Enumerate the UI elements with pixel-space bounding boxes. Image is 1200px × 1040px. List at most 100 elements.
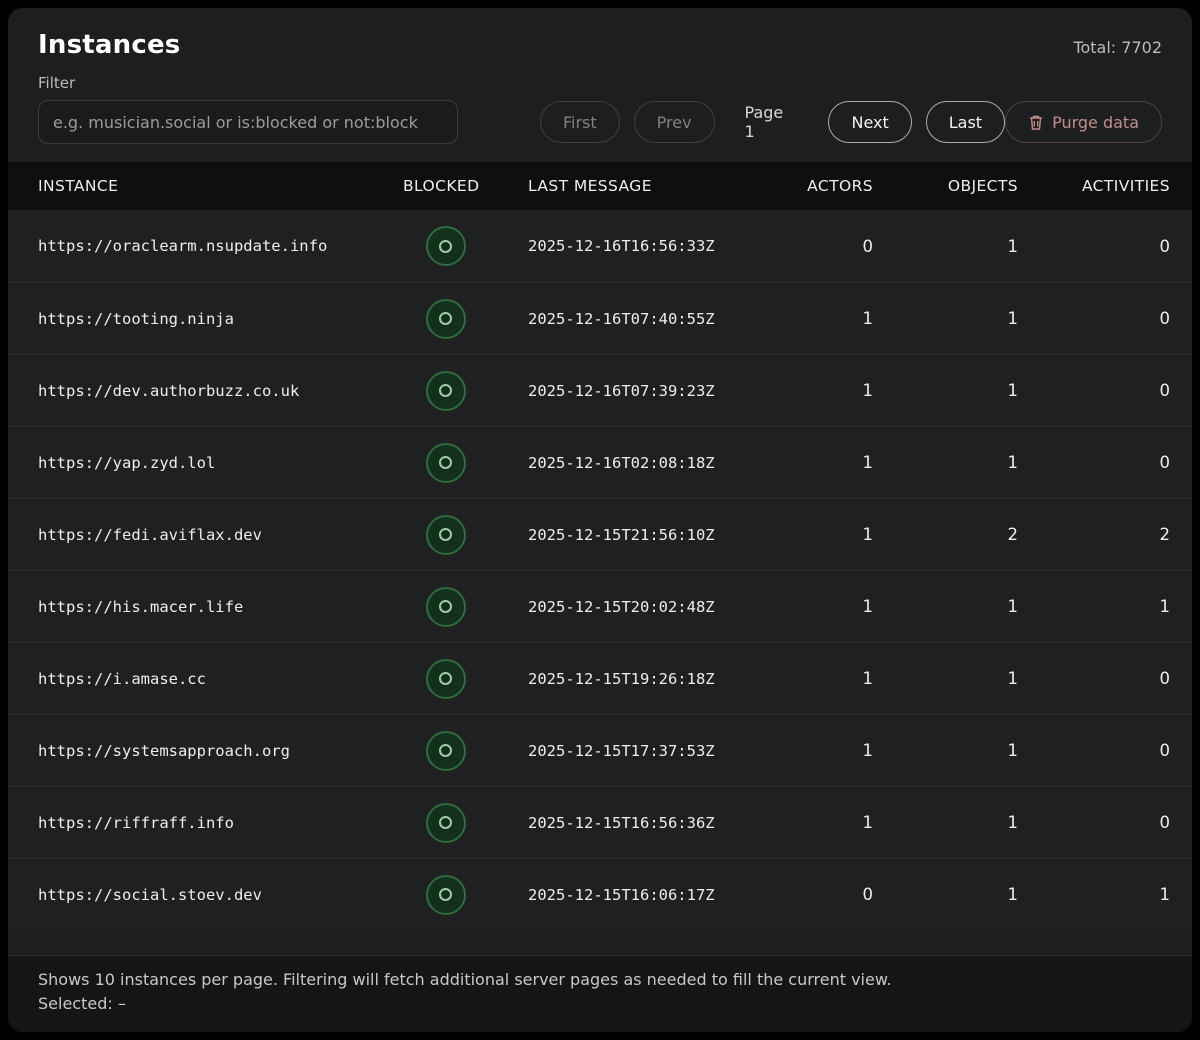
blocked-cell <box>373 515 518 555</box>
blocked-cell <box>373 226 518 266</box>
not-blocked-circle-icon <box>426 226 466 266</box>
total-count: Total: 7702 <box>1073 38 1162 57</box>
not-blocked-circle-icon <box>426 659 466 699</box>
table-row[interactable]: https://his.macer.life 2025-12-15T20:02:… <box>8 570 1192 642</box>
last-message-timestamp: 2025-12-16T02:08:18Z <box>518 454 768 472</box>
instance-url: https://social.stoev.dev <box>8 886 373 904</box>
blocked-cell <box>373 587 518 627</box>
actors-count: 1 <box>768 813 878 832</box>
not-blocked-circle-icon <box>426 299 466 339</box>
not-blocked-circle-icon <box>426 515 466 555</box>
blocked-cell <box>373 803 518 843</box>
footer-selected-text: Selected: – <box>38 992 1162 1016</box>
actors-count: 1 <box>768 381 878 400</box>
activities-count: 0 <box>1023 741 1192 760</box>
not-blocked-circle-icon <box>426 443 466 483</box>
table-row[interactable]: https://systemsapproach.org 2025-12-15T1… <box>8 714 1192 786</box>
objects-count: 1 <box>878 597 1023 616</box>
objects-count: 1 <box>878 381 1023 400</box>
first-page-button[interactable]: First <box>540 101 620 143</box>
instances-table: INSTANCE BLOCKED LAST MESSAGE ACTORS OBJ… <box>8 162 1192 955</box>
footer-info-text: Shows 10 instances per page. Filtering w… <box>38 968 1162 992</box>
instance-url: https://tooting.ninja <box>8 310 373 328</box>
table-row[interactable]: https://dev.authorbuzz.co.uk 2025-12-16T… <box>8 354 1192 426</box>
blocked-cell <box>373 371 518 411</box>
not-blocked-circle-icon <box>426 803 466 843</box>
table-row[interactable]: https://yap.zyd.lol 2025-12-16T02:08:18Z… <box>8 426 1192 498</box>
trash-icon <box>1028 114 1044 131</box>
last-page-button[interactable]: Last <box>926 101 1005 143</box>
activities-count: 0 <box>1023 813 1192 832</box>
instance-url: https://systemsapproach.org <box>8 742 373 760</box>
objects-count: 1 <box>878 741 1023 760</box>
purge-data-button[interactable]: Purge data <box>1005 101 1162 143</box>
last-message-timestamp: 2025-12-15T20:02:48Z <box>518 598 768 616</box>
instance-url: https://dev.authorbuzz.co.uk <box>8 382 373 400</box>
last-message-timestamp: 2025-12-15T16:06:17Z <box>518 886 768 904</box>
filter-input[interactable] <box>38 100 458 144</box>
instance-url: https://riffraff.info <box>8 814 373 832</box>
last-message-timestamp: 2025-12-15T21:56:10Z <box>518 526 768 544</box>
controls-row: First Prev Page 1 Next Last Purge data <box>38 100 1162 144</box>
blocked-cell <box>373 443 518 483</box>
activities-count: 0 <box>1023 669 1192 688</box>
activities-count: 0 <box>1023 381 1192 400</box>
objects-count: 1 <box>878 309 1023 328</box>
activities-count: 2 <box>1023 525 1192 544</box>
objects-count: 2 <box>878 525 1023 544</box>
blocked-cell <box>373 875 518 915</box>
table-row[interactable]: https://fedi.aviflax.dev 2025-12-15T21:5… <box>8 498 1192 570</box>
blocked-cell <box>373 299 518 339</box>
objects-count: 1 <box>878 237 1023 256</box>
panel-footer: Shows 10 instances per page. Filtering w… <box>8 955 1192 1032</box>
instance-url: https://his.macer.life <box>8 598 373 616</box>
purge-button-label: Purge data <box>1052 113 1139 132</box>
activities-count: 1 <box>1023 597 1192 616</box>
table-row[interactable]: https://riffraff.info 2025-12-15T16:56:3… <box>8 786 1192 858</box>
instance-url: https://i.amase.cc <box>8 670 373 688</box>
table-row[interactable]: https://social.stoev.dev 2025-12-15T16:0… <box>8 858 1192 930</box>
page-title: Instances <box>38 30 180 60</box>
pagination: First Prev Page 1 Next Last <box>540 101 1005 143</box>
column-header-instance: INSTANCE <box>8 177 373 195</box>
objects-count: 1 <box>878 453 1023 472</box>
page-indicator: Page 1 <box>729 103 815 141</box>
instance-url: https://fedi.aviflax.dev <box>8 526 373 544</box>
not-blocked-circle-icon <box>426 587 466 627</box>
actors-count: 0 <box>768 885 878 904</box>
last-message-timestamp: 2025-12-15T17:37:53Z <box>518 742 768 760</box>
last-message-timestamp: 2025-12-15T19:26:18Z <box>518 670 768 688</box>
table-row[interactable]: https://tooting.ninja 2025-12-16T07:40:5… <box>8 282 1192 354</box>
blocked-cell <box>373 731 518 771</box>
instance-url: https://oraclearm.nsupdate.info <box>8 237 373 255</box>
prev-page-button[interactable]: Prev <box>634 101 715 143</box>
column-header-blocked: BLOCKED <box>373 177 518 195</box>
activities-count: 0 <box>1023 237 1192 256</box>
not-blocked-circle-icon <box>426 731 466 771</box>
objects-count: 1 <box>878 813 1023 832</box>
column-header-objects: OBJECTS <box>878 177 1023 195</box>
table-body: https://oraclearm.nsupdate.info 2025-12-… <box>8 210 1192 930</box>
actors-count: 1 <box>768 453 878 472</box>
column-header-last-message: LAST MESSAGE <box>518 177 768 195</box>
blocked-cell <box>373 659 518 699</box>
instance-url: https://yap.zyd.lol <box>8 454 373 472</box>
activities-count: 0 <box>1023 453 1192 472</box>
actors-count: 1 <box>768 597 878 616</box>
actors-count: 1 <box>768 309 878 328</box>
not-blocked-circle-icon <box>426 371 466 411</box>
last-message-timestamp: 2025-12-16T16:56:33Z <box>518 237 768 255</box>
actors-count: 1 <box>768 741 878 760</box>
objects-count: 1 <box>878 669 1023 688</box>
last-message-timestamp: 2025-12-16T07:39:23Z <box>518 382 768 400</box>
table-row[interactable]: https://oraclearm.nsupdate.info 2025-12-… <box>8 210 1192 282</box>
last-message-timestamp: 2025-12-16T07:40:55Z <box>518 310 768 328</box>
next-page-button[interactable]: Next <box>828 101 911 143</box>
not-blocked-circle-icon <box>426 875 466 915</box>
objects-count: 1 <box>878 885 1023 904</box>
actors-count: 1 <box>768 669 878 688</box>
actors-count: 0 <box>768 237 878 256</box>
column-header-actors: ACTORS <box>768 177 878 195</box>
table-row[interactable]: https://i.amase.cc 2025-12-15T19:26:18Z … <box>8 642 1192 714</box>
activities-count: 1 <box>1023 885 1192 904</box>
